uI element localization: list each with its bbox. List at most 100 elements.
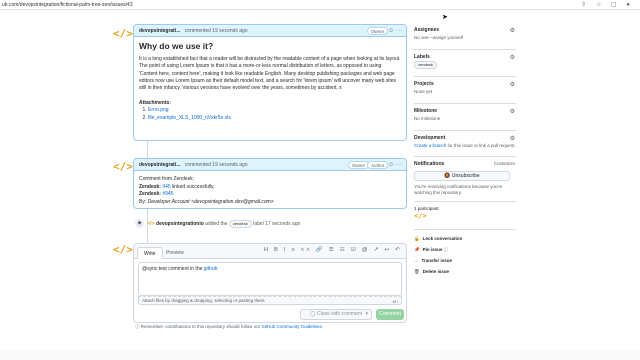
mouse-cursor-icon: ➤ xyxy=(442,14,448,21)
emoji-reaction-icon[interactable]: ☺ xyxy=(388,159,394,171)
comment-textarea[interactable]: @sync test comment in the github xyxy=(138,262,402,296)
lock-icon: 🔒 xyxy=(414,236,420,241)
comment-body: Comment from Zendesk: Zendesk: 945 linke… xyxy=(134,171,406,212)
attachment-link[interactable]: file_example_XLS_1000_nVxkr5o.xls xyxy=(148,115,231,121)
labels-title[interactable]: Labels xyxy=(414,53,516,61)
gear-icon[interactable]: ⚙ xyxy=(510,135,515,142)
formatting-toolbar[interactable]: H B I ≡ <> 🔗 ☰ ☷ ☑ @ ↗ ↩ ↶ xyxy=(264,247,402,253)
avatar[interactable]: </> xyxy=(113,27,133,41)
page-bottom-bar xyxy=(0,350,640,360)
milestone-section: Milestone No milestone ⚙ xyxy=(414,107,516,131)
comment-timestamp[interactable]: commented 19 seconds ago xyxy=(185,28,248,34)
comment-author[interactable]: devopsintegrati... xyxy=(139,28,180,34)
avatar[interactable]: </> xyxy=(113,160,133,174)
browser-url-bar[interactable]: ub.com/devopsintegration/fictional-palm-… xyxy=(0,0,640,10)
notification-reason: You're receiving notifications because y… xyxy=(414,184,503,195)
avatar[interactable]: </> xyxy=(147,221,154,227)
github-link[interactable]: github xyxy=(204,266,218,272)
tab-write[interactable]: Write xyxy=(137,247,163,259)
comment-card: devopsintegrati... commented 19 seconds … xyxy=(133,158,407,209)
label-pill[interactable]: zendesk xyxy=(228,220,252,228)
more-options-icon[interactable]: ··· xyxy=(396,159,402,171)
development-title[interactable]: Development xyxy=(414,134,516,142)
label-pill[interactable]: zendesk xyxy=(414,61,437,69)
create-branch-link[interactable]: Create a branch xyxy=(414,143,446,148)
tab-preview[interactable]: Preview xyxy=(160,247,190,259)
assignees-section: Assignees No one—assign yourself ⚙ xyxy=(414,26,516,50)
comment-line: Zendesk: #945 xyxy=(139,191,174,197)
editor-tabs: Write Preview H B I ≡ <> 🔗 ☰ ☷ ☑ @ ↗ ↩ ↶ xyxy=(134,244,406,259)
participants-section: 1 participant </> xyxy=(414,205,516,230)
info-icon: ⓘ xyxy=(135,324,140,329)
development-section: Development Create a branch for this iss… xyxy=(414,134,516,157)
transfer-icon: → xyxy=(414,258,419,263)
community-guidelines-link[interactable]: GitHub Community Guidelines xyxy=(261,324,322,329)
trash-icon: 🗑 xyxy=(414,269,420,274)
chevron-down-icon[interactable]: ▾ xyxy=(365,310,368,319)
comment-line: Comment from Zendesk: xyxy=(139,176,195,182)
assignees-value[interactable]: No one—assign yourself xyxy=(414,34,516,41)
delete-issue-action[interactable]: 🗑 Delete issue xyxy=(414,266,516,277)
event-actor[interactable]: devopsintegrationio xyxy=(156,221,204,227)
tag-icon: ◆ xyxy=(135,219,144,229)
url-text[interactable]: ub.com/devopsintegration/fictional-palm-… xyxy=(2,2,133,8)
close-issue-icon: ◯ xyxy=(309,311,316,317)
zendesk-ticket-link[interactable]: 945 xyxy=(162,184,170,190)
gear-icon[interactable]: ⚙ xyxy=(510,27,515,34)
contribution-tip: ⓘ Remember, contributions to this reposi… xyxy=(135,324,324,329)
event-action: added the xyxy=(205,221,228,227)
issue-sidebar: Assignees No one—assign yourself ⚙ Label… xyxy=(414,26,516,277)
close-with-comment-button[interactable]: ◯ Close with comment ▾ xyxy=(300,309,372,320)
comment-card: devopsintegrati... commented 19 seconds … xyxy=(133,24,407,141)
notifications-section: Notifications Customize 🔕 Unsubscribe Yo… xyxy=(414,160,516,202)
gear-icon[interactable]: ⚙ xyxy=(510,108,515,115)
zendesk-ticket-link[interactable]: #945 xyxy=(162,191,173,197)
attachments-label: Attachments: xyxy=(139,100,171,107)
projects-title[interactable]: Projects xyxy=(414,80,516,88)
avatar[interactable]: </> xyxy=(113,243,133,257)
emoji-reaction-icon[interactable]: ☺ xyxy=(388,25,394,37)
avatar[interactable]: </> xyxy=(414,212,428,226)
comment-line: Zendesk: 945 linked successfully. xyxy=(139,183,215,190)
transfer-issue-action[interactable]: → Transfer issue xyxy=(414,255,516,266)
attachment-item: Error.png xyxy=(148,107,401,114)
attachment-link[interactable]: Error.png xyxy=(148,107,169,113)
comment-heading: Why do we use it? xyxy=(139,41,214,51)
comment-paragraph: It is a long established fact that a rea… xyxy=(139,56,401,92)
comment-header: devopsintegrati... commented 19 seconds … xyxy=(134,25,406,37)
pin-icon: 📌 xyxy=(414,247,420,252)
milestone-title[interactable]: Milestone xyxy=(414,107,516,115)
milestone-value: No milestone xyxy=(414,116,441,121)
info-icon: ⓘ xyxy=(443,247,449,252)
attachment-item: file_example_XLS_1000_nVxkr5o.xls xyxy=(148,115,401,122)
gear-icon[interactable]: ⚙ xyxy=(510,81,515,88)
browser-toolbar-icons[interactable]: ⇧ ☆ ▢ ● xyxy=(581,0,634,10)
timeline-label-event: ◆ </> devopsintegrationio added the zend… xyxy=(135,219,300,229)
comment-editor: Write Preview H B I ≡ <> 🔗 ☰ ☷ ☑ @ ↗ ↩ ↶… xyxy=(133,243,407,323)
timeline-line xyxy=(147,140,148,160)
attachments-list: Error.png file_example_XLS_1000_nVxkr5o.… xyxy=(139,107,401,121)
projects-value: None yet xyxy=(414,89,433,94)
customize-link[interactable]: Customize xyxy=(494,160,515,167)
participants-count: 1 participant xyxy=(414,206,439,211)
markdown-icon[interactable]: M↓ xyxy=(393,298,398,306)
pin-issue-action[interactable]: 📌 Pin issue ⓘ xyxy=(414,244,516,255)
projects-section: Projects None yet ⚙ xyxy=(414,80,516,104)
owner-badge: Owner xyxy=(367,27,389,35)
comment-button[interactable]: Comment xyxy=(376,309,404,320)
comment-body: Why do we use it? It is a long establish… xyxy=(134,37,406,128)
comment-line: By: Developer Account <devopsintegration… xyxy=(139,198,274,205)
labels-section: Labels zendesk ⚙ xyxy=(414,53,516,77)
author-badge: Author xyxy=(367,161,389,169)
unsubscribe-button[interactable]: 🔕 Unsubscribe xyxy=(414,171,510,181)
more-options-icon[interactable]: ··· xyxy=(396,25,402,37)
gear-icon[interactable]: ⚙ xyxy=(510,54,515,61)
bell-slash-icon: 🔕 xyxy=(444,173,451,179)
comment-author[interactable]: devopsintegrati... xyxy=(139,162,180,168)
comment-timestamp[interactable]: commented 19 seconds ago xyxy=(185,162,248,168)
attach-files-area[interactable]: Attach files by dragging & dropping, sel… xyxy=(138,296,402,305)
comment-header: devopsintegrati... commented 19 seconds … xyxy=(134,159,406,171)
event-suffix: label 17 seconds ago xyxy=(253,221,301,227)
lock-conversation-action[interactable]: 🔒 Lock conversation xyxy=(414,233,516,244)
assignees-title[interactable]: Assignees xyxy=(414,26,516,34)
